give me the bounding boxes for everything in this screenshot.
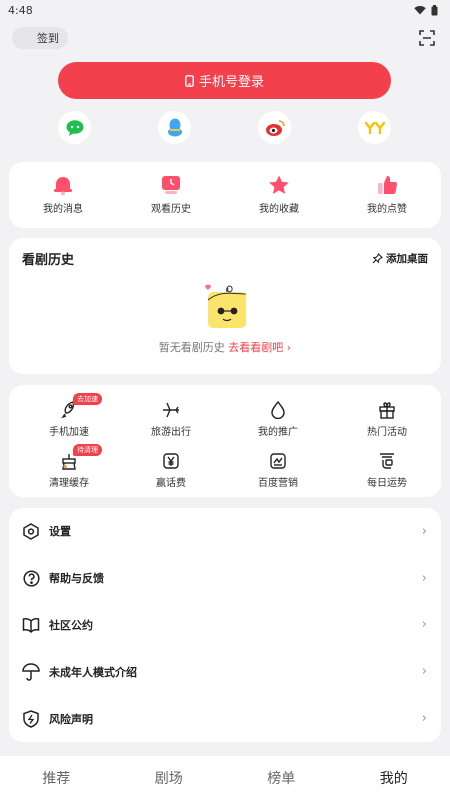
watch-history-button[interactable]: 观看历史 — [117, 162, 225, 228]
risk-statement-row[interactable]: 风险声明 › — [9, 695, 441, 742]
watch-history-label: 观看历史 — [151, 204, 191, 215]
quick-actions-card: 我的消息 观看历史 我的收藏 我的点赞 — [9, 162, 441, 228]
chevron-right-icon: › — [421, 664, 427, 680]
help-feedback-label: 帮助与反馈 — [49, 572, 104, 586]
history-empty-message: 暂无看剧历史 去看看剧吧 › — [9, 339, 441, 355]
clear-cache-button[interactable]: 清理缓存 待清理 — [29, 444, 109, 489]
my-favorites-button[interactable]: 我的收藏 — [225, 162, 333, 228]
tab-theater[interactable]: 剧场 — [113, 756, 226, 800]
settings-row[interactable]: 设置 › — [9, 508, 441, 555]
yen-icon — [163, 453, 179, 469]
phone-icon — [185, 74, 194, 87]
my-messages-button[interactable]: 我的消息 — [9, 162, 117, 228]
weibo-icon[interactable] — [258, 111, 291, 144]
help-feedback-row[interactable]: 帮助与反馈 › — [9, 555, 441, 602]
phone-login-button[interactable]: 手机号登录 — [58, 62, 391, 99]
minor-mode-row[interactable]: 未成年人模式介绍 › — [9, 648, 441, 695]
win-credit-label: 赢话费 — [156, 478, 186, 489]
umbrella-icon — [22, 663, 40, 681]
book-icon — [22, 618, 40, 633]
wechat-icon[interactable] — [58, 111, 91, 144]
empty-history-illustration — [205, 284, 247, 328]
tools-card: 手机加速 去加速 旅游出行 我的推广 热门活动 清理缓存 待清理 赢话费 百度营… — [9, 385, 441, 497]
thumbs-up-icon — [378, 175, 398, 195]
flame-icon — [271, 401, 285, 419]
phone-boost-label: 手机加速 — [49, 427, 89, 438]
clear-cache-label: 清理缓存 — [49, 478, 89, 489]
minor-mode-label: 未成年人模式介绍 — [49, 665, 137, 679]
chevron-right-icon: › — [421, 711, 427, 727]
my-likes-label: 我的点赞 — [367, 204, 407, 215]
chevron-right-icon: › — [421, 570, 427, 586]
wifi-icon — [414, 6, 426, 15]
tab-mine[interactable]: 我的 — [338, 756, 450, 800]
travel-label: 旅游出行 — [151, 427, 191, 438]
help-icon — [22, 570, 40, 587]
my-likes-button[interactable]: 我的点赞 — [333, 162, 441, 228]
settings-card: 设置 › 帮助与反馈 › 社区公约 › 未成年人模式介绍 › 风险声明 › — [9, 508, 441, 742]
shield-icon — [23, 709, 39, 728]
signin-button[interactable]: 签到 — [12, 27, 68, 49]
daily-fortune-label: 每日运势 — [367, 478, 407, 489]
settings-icon — [23, 523, 39, 540]
add-to-desktop-label: 添加桌面 — [386, 253, 428, 265]
bottom-nav: 推荐 剧场 榜单 我的 — [0, 756, 450, 800]
chevron-right-icon: › — [421, 523, 427, 539]
history-empty-text: 暂无看剧历史 — [158, 341, 225, 354]
travel-button[interactable]: 旅游出行 — [131, 400, 211, 438]
tool-badge: 待清理 — [73, 444, 102, 456]
scan-icon[interactable] — [418, 29, 436, 47]
my-favorites-label: 我的收藏 — [259, 204, 299, 215]
history-title: 看剧历史 — [22, 253, 75, 268]
yy-icon[interactable] — [358, 111, 391, 144]
top-bar: 签到 — [0, 20, 450, 56]
add-to-desktop-button[interactable]: 添加桌面 — [372, 251, 428, 266]
pin-icon — [372, 253, 383, 264]
watch-history-card: 看剧历史 添加桌面 暂无看剧历史 去看看剧吧 › — [9, 238, 441, 374]
chart-icon — [270, 453, 286, 469]
signin-label: 签到 — [37, 32, 59, 45]
hot-events-label: 热门活动 — [367, 427, 407, 438]
phone-boost-button[interactable]: 手机加速 去加速 — [29, 393, 109, 438]
go-watch-link[interactable]: 去看看剧吧 › — [228, 341, 291, 354]
tab-recommend[interactable]: 推荐 — [0, 756, 113, 800]
daily-fortune-button[interactable]: 每日运势 — [347, 451, 427, 489]
phone-login-label: 手机号登录 — [198, 75, 264, 90]
qq-icon[interactable] — [158, 111, 191, 144]
community-rules-row[interactable]: 社区公约 › — [9, 602, 441, 649]
win-credit-button[interactable]: 赢话费 — [131, 451, 211, 489]
battery-icon — [431, 4, 438, 15]
chevron-right-icon: › — [421, 617, 427, 633]
settings-label: 设置 — [49, 525, 71, 539]
status-bar: 4:48 — [0, 0, 450, 20]
fortune-icon — [380, 453, 394, 469]
tool-badge: 去加速 — [73, 393, 102, 405]
risk-statement-label: 风险声明 — [49, 712, 93, 726]
my-promotion-label: 我的推广 — [258, 427, 298, 438]
my-promotion-button[interactable]: 我的推广 — [238, 400, 318, 438]
baidu-marketing-button[interactable]: 百度营销 — [238, 451, 318, 489]
status-icons — [414, 4, 438, 16]
status-time: 4:48 — [8, 3, 33, 17]
plane-icon — [163, 402, 179, 418]
tab-ranking[interactable]: 榜单 — [225, 756, 338, 800]
history-icon — [162, 176, 180, 194]
bell-icon — [54, 177, 72, 196]
my-messages-label: 我的消息 — [43, 204, 83, 215]
baidu-marketing-label: 百度营销 — [258, 478, 298, 489]
third-party-login — [0, 111, 450, 145]
community-rules-label: 社区公约 — [49, 618, 93, 632]
hot-events-button[interactable]: 热门活动 — [347, 400, 427, 438]
star-icon — [269, 175, 289, 194]
gift-icon — [379, 402, 395, 419]
